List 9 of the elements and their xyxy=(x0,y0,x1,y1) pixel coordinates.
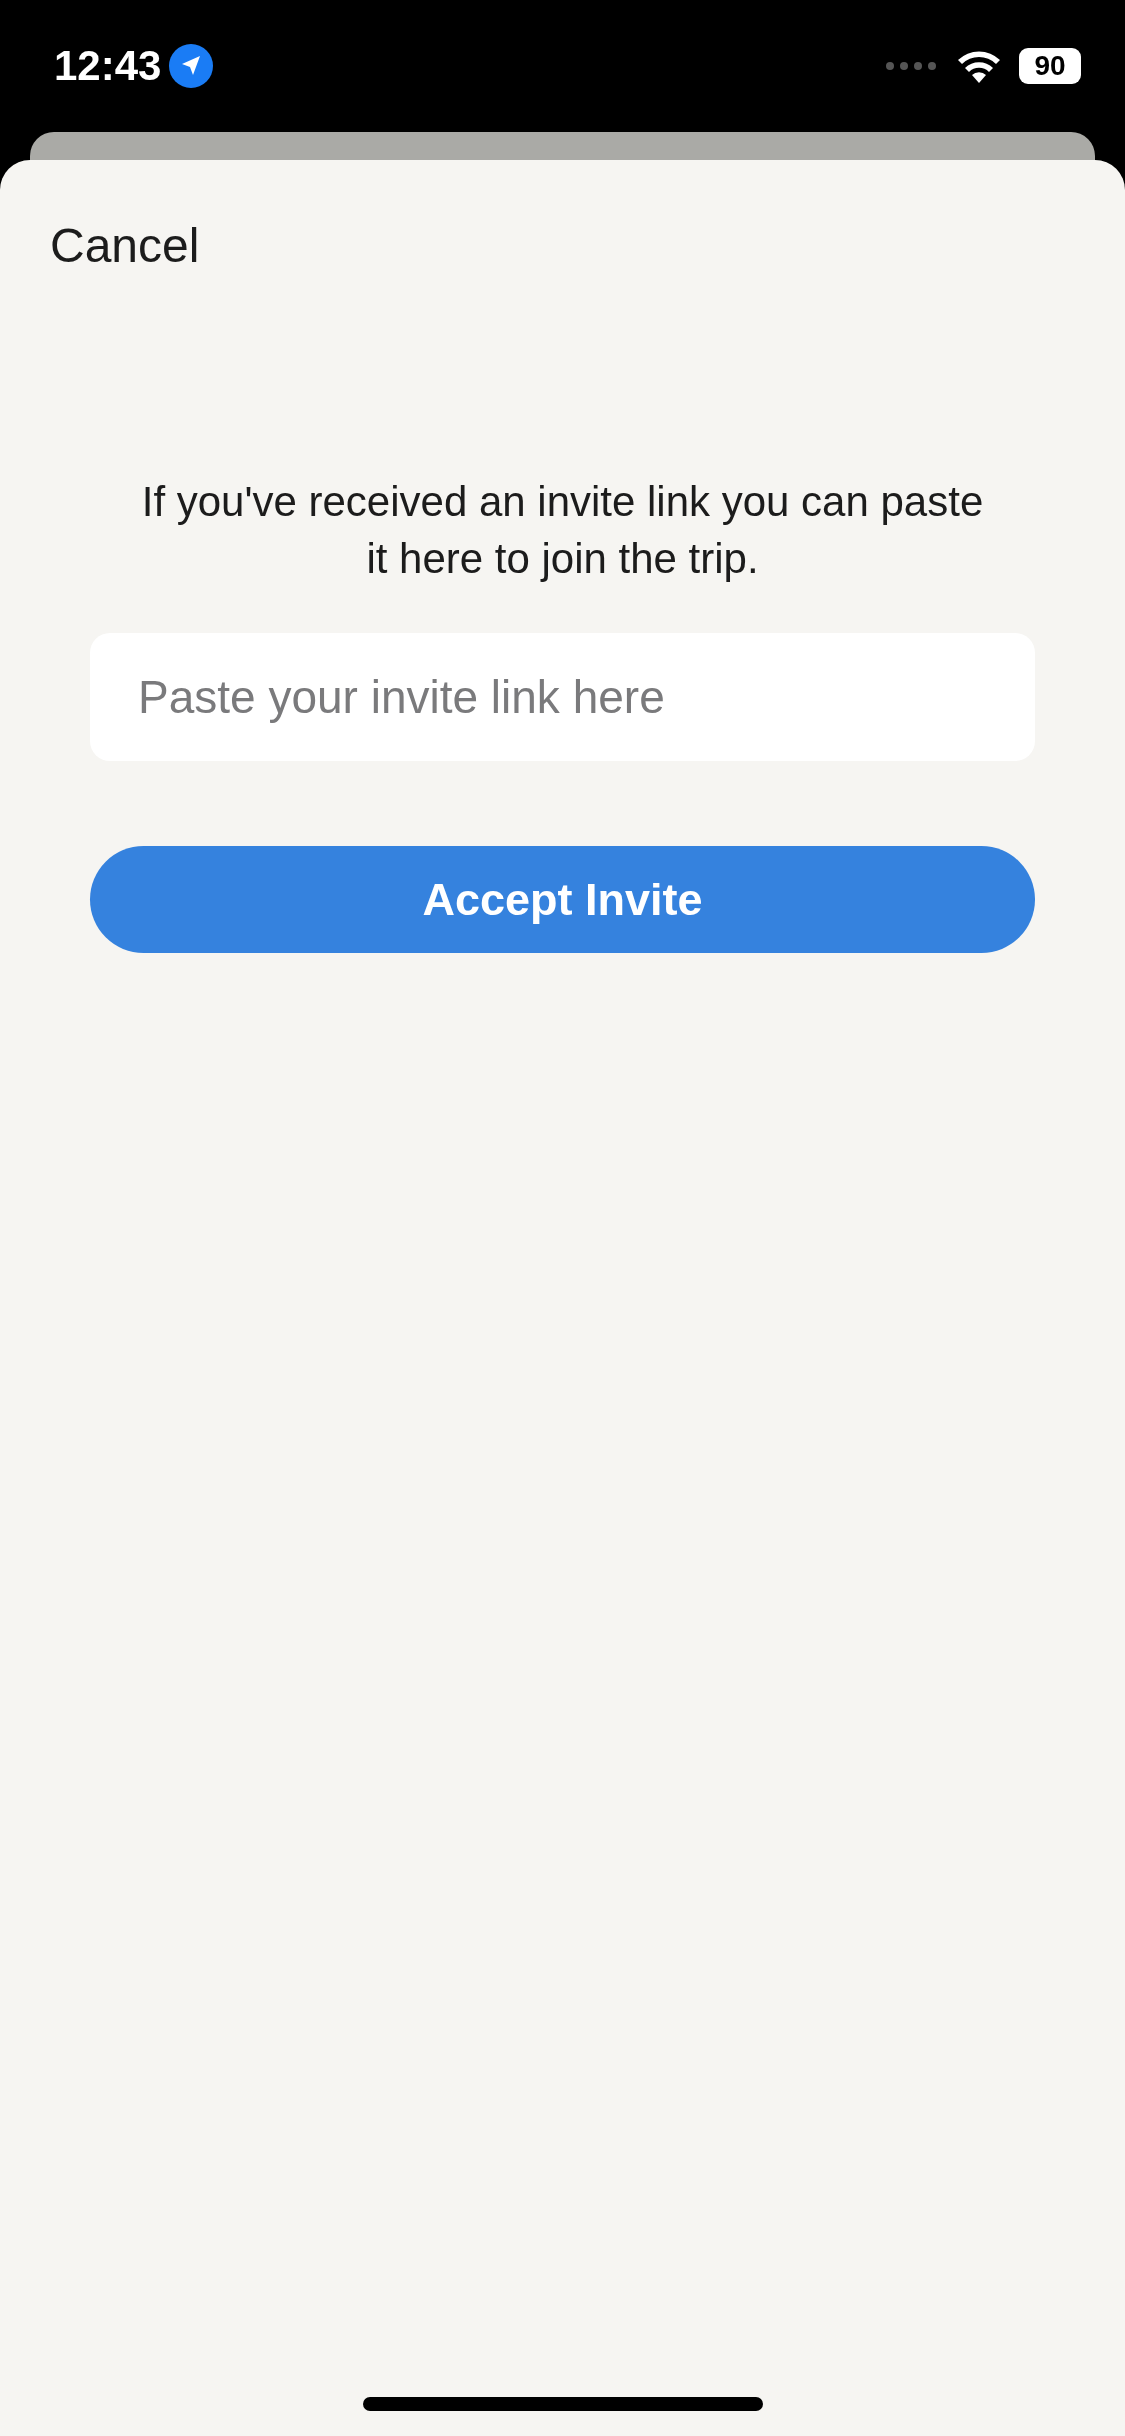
wifi-icon xyxy=(957,49,1001,83)
invite-link-field[interactable]: Paste your invite link here xyxy=(90,633,1035,761)
status-time: 12:43 xyxy=(54,42,162,90)
battery-icon: 90 xyxy=(1019,48,1081,84)
accept-invite-button[interactable]: Accept Invite xyxy=(90,846,1035,953)
location-icon xyxy=(169,44,214,88)
cancel-link[interactable]: Cancel xyxy=(50,218,200,273)
instruction-text: If you've received an invite link you can paste it here to join the trip. xyxy=(140,477,985,584)
signal-icon xyxy=(885,61,939,71)
